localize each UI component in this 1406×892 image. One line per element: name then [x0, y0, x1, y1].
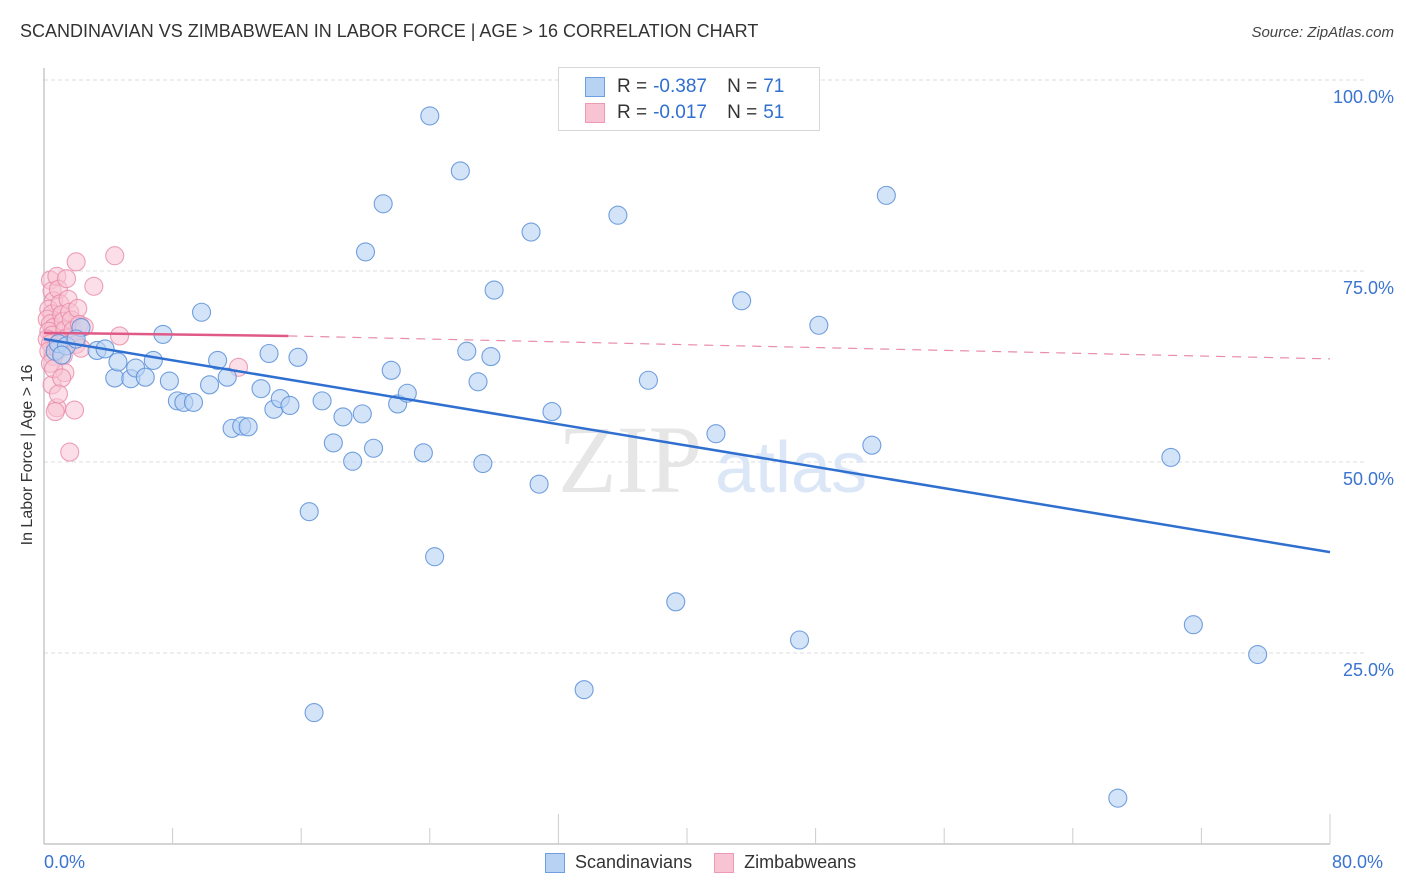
scandinavian-point [200, 375, 220, 395]
watermark-atlas: atlas [715, 428, 867, 508]
scandinavian-swatch [545, 852, 565, 873]
scandinavian-point [529, 474, 549, 494]
y-tick-label-100: 100.0% [1332, 87, 1394, 107]
scandinavian-point [52, 345, 72, 365]
zimbabwean-point [48, 384, 69, 404]
scandinavian-point [542, 402, 562, 422]
scandinavian-point [457, 341, 477, 361]
y-tick-label-75: 75.0% [1342, 278, 1394, 298]
scandinavian-point [381, 360, 401, 380]
scandinavian-point [343, 451, 363, 471]
scandinavian-point [352, 404, 372, 424]
y-tick-label-25: 25.0% [1342, 660, 1394, 680]
x-tick-label-min: 0.0% [44, 852, 86, 872]
zimbabwean-trend-line-projected [288, 335, 1331, 360]
legend-item-scandinavians[interactable]: Scandinavians [545, 852, 692, 873]
scandinavian-point [259, 343, 279, 364]
scandinavian-point [135, 367, 155, 387]
scandinavian-point [105, 368, 125, 388]
legend-label: Zimbabweans [744, 852, 857, 872]
scandinavian-point [1108, 788, 1128, 808]
scandinavian-point [666, 592, 686, 612]
legend-label: Scandinavians [575, 852, 693, 872]
n-label: N = [727, 76, 758, 97]
scandinavian-point [333, 407, 353, 427]
scandinavian-point [304, 703, 324, 723]
r-label: R = [617, 102, 648, 123]
scandinavian-point [288, 347, 308, 367]
y-axis-label: In Labor Force | Age > 16 [19, 364, 36, 546]
legend-row-zimbabweans: R = -0.017 N = 51 [585, 100, 784, 126]
n-value: 51 [763, 102, 785, 123]
scandinavian-point [789, 630, 810, 650]
watermark: ZIP atlas [558, 406, 867, 513]
scandinavian-point [1183, 615, 1203, 635]
scandinavian-point [238, 417, 258, 437]
zimbabwean-point [64, 400, 85, 420]
scandinavian-point [420, 106, 440, 126]
scandinavian-point [159, 371, 179, 391]
scandinavian-point [183, 392, 204, 412]
n-value: 71 [763, 76, 785, 97]
scandinavian-swatch [585, 77, 605, 97]
scandinavian-point [355, 242, 376, 262]
scandinavian-point [484, 280, 504, 300]
r-label: R = [617, 76, 648, 97]
correlation-legend: R = -0.387 N = 71 R = -0.017 N = 51 [558, 67, 820, 131]
r-value: -0.017 [653, 102, 707, 123]
scandinavian-point [473, 453, 493, 474]
scandinavian-point [1161, 447, 1181, 467]
n-label: N = [727, 102, 758, 123]
scandinavian-point [363, 438, 384, 458]
scandinavian-point [413, 443, 433, 463]
zimbabwean-swatch [585, 103, 605, 123]
zimbabwean-point [105, 246, 125, 266]
scandinavian-point [706, 424, 726, 444]
scandinavian-point [521, 222, 541, 242]
scandinavian-point [191, 302, 212, 322]
y-tick-label-50: 50.0% [1342, 469, 1394, 489]
scandinavian-point [425, 547, 445, 567]
scandinavian-point [251, 379, 271, 399]
scandinavian-point [809, 315, 829, 335]
scandinavian-point [108, 352, 128, 372]
legend-row-scandinavians: R = -0.387 N = 71 [585, 74, 784, 100]
scandinavian-point [143, 350, 163, 370]
legend-item-zimbabweans[interactable]: Zimbabweans [714, 852, 856, 873]
series-legend: Scandinavians Zimbabweans [545, 852, 878, 873]
scandinavian-point [876, 185, 896, 205]
scandinavian-point [732, 291, 752, 311]
zimbabwean-point [84, 276, 104, 296]
scandinavian-point [638, 370, 658, 390]
scandinavian-point [481, 347, 501, 367]
scandinavian-point [280, 395, 300, 416]
scandinavian-point [323, 433, 343, 453]
scandinavian-point [450, 161, 470, 181]
zimbabwean-point [110, 326, 130, 346]
x-tick-label-max: 80.0% [1332, 852, 1384, 872]
r-value: -0.387 [653, 76, 707, 97]
zimbabwean-swatch [714, 852, 735, 873]
zimbabwean-point [52, 368, 72, 388]
watermark-zip: ZIP [558, 406, 702, 513]
scatter-chart: ZIP atlas [37, 68, 1366, 845]
zimbabwean-point [45, 402, 65, 422]
scandinavian-point [373, 194, 393, 214]
zimbabwean-point [68, 298, 88, 318]
zimbabwean-point [56, 269, 77, 289]
scandinavian-point [862, 435, 882, 455]
scandinavian-trend-line [43, 337, 1331, 554]
scandinavian-point [574, 680, 594, 700]
zimbabwean-point [66, 252, 86, 272]
scandinavian-point [1248, 644, 1268, 665]
scandinavian-point [299, 502, 319, 522]
zimbabwean-point [60, 442, 80, 462]
scandinavian-point [608, 205, 628, 225]
scandinavian-point [312, 391, 332, 411]
scandinavian-point [468, 372, 488, 392]
